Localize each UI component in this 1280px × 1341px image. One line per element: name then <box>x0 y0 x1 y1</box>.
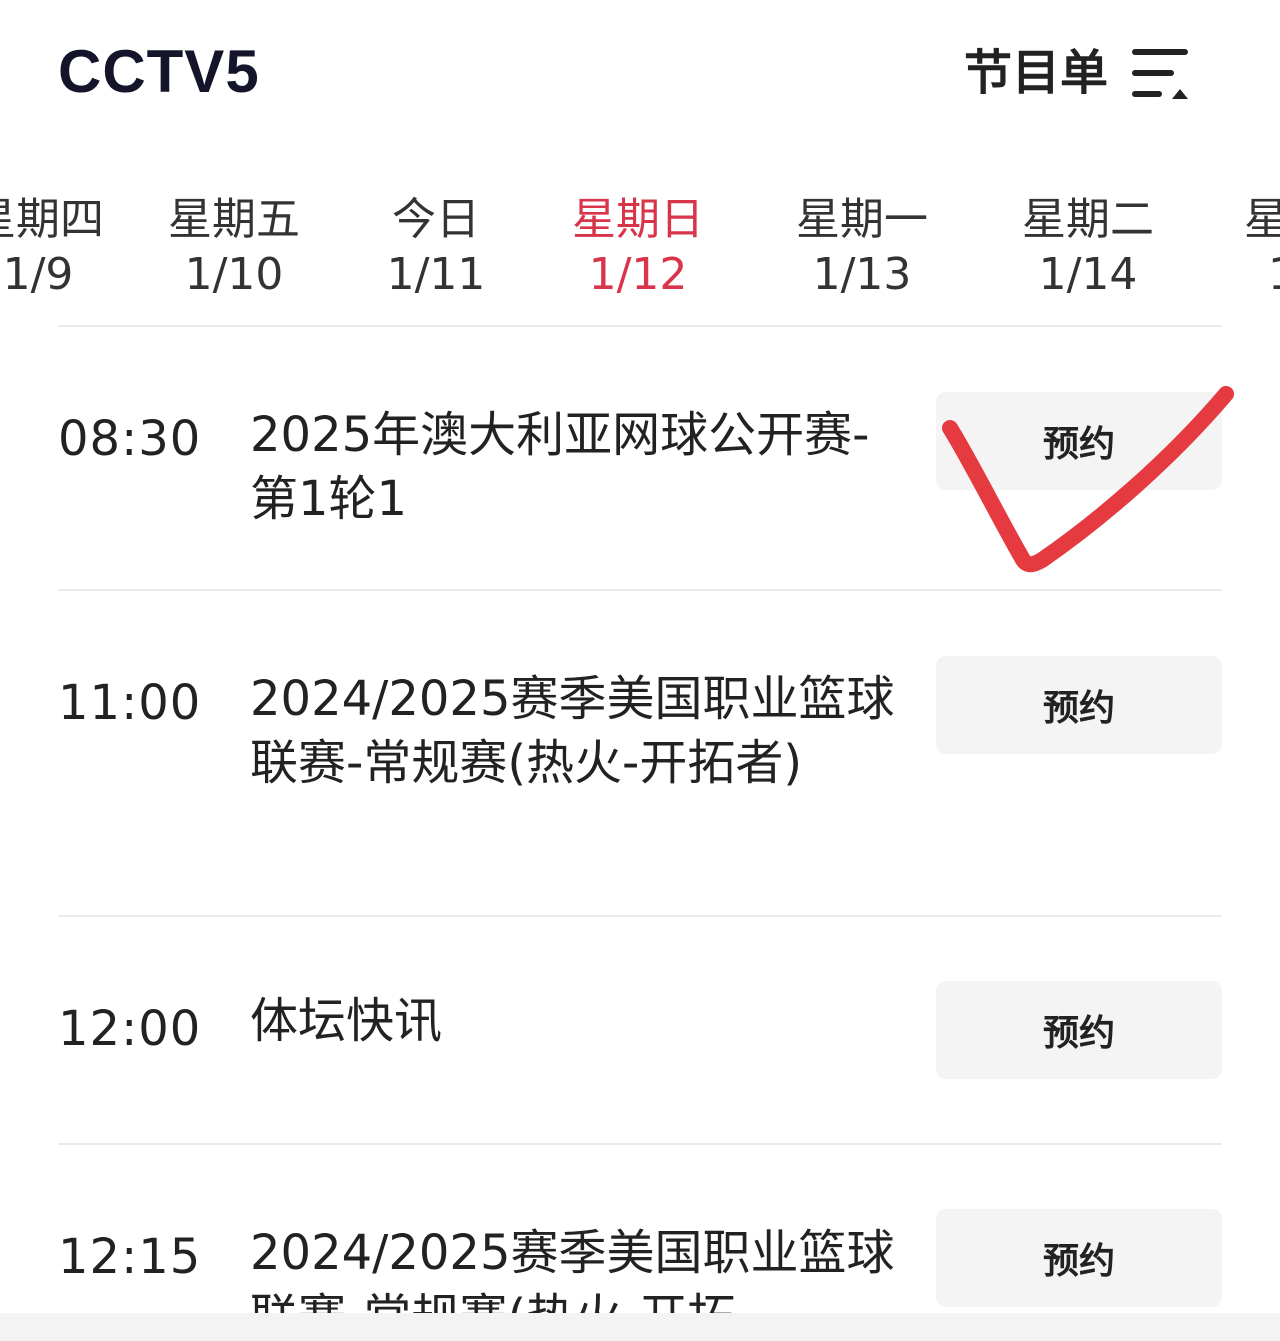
day-name: 星期日 <box>572 194 704 245</box>
day-tab-wednesday[interactable]: 星期三 1/15 <box>1212 190 1280 300</box>
day-name: 星期四 <box>0 194 104 245</box>
day-date: 1/9 <box>2 249 74 300</box>
program-time: 11:00 <box>58 675 202 731</box>
day-tab-friday[interactable]: 星期五 1/10 <box>134 190 334 300</box>
day-date: 1/13 <box>812 249 912 300</box>
program-row: 12:15 2024/2025赛季美国职业篮球联赛-常规赛(热火-开拓 预约 <box>58 1143 1222 1325</box>
day-name: 星期一 <box>796 194 928 245</box>
channel-title: CCTV5 <box>58 38 260 105</box>
day-date: 1/12 <box>588 249 688 300</box>
day-tab-thursday[interactable]: 星期四 1/9 <box>0 190 138 300</box>
day-name: 星期五 <box>168 194 300 245</box>
app-header: CCTV5 节目单 <box>0 0 1280 150</box>
day-date: 1/10 <box>184 249 284 300</box>
reserve-button[interactable]: 预约 <box>936 1209 1222 1307</box>
program-list: 08:30 2025年澳大利亚网球公开赛-第1轮1 预约 11:00 2024/… <box>58 325 1222 1325</box>
program-title: 2024/2025赛季美国职业篮球联赛-常规赛(热火-开拓者) <box>250 671 895 791</box>
day-name: 星期二 <box>1022 194 1154 245</box>
reserve-button[interactable]: 预约 <box>936 981 1222 1079</box>
day-selector: 星期四 1/9 星期五 1/10 今日 1/11 星期日 1/12 星期一 1/… <box>0 190 1280 310</box>
reserve-button[interactable]: 预约 <box>936 656 1222 754</box>
program-time: 08:30 <box>58 411 202 467</box>
bottom-fade <box>0 1313 1280 1341</box>
day-date: 1/11 <box>386 249 486 300</box>
day-date: 1/14 <box>1038 249 1138 300</box>
program-row: 08:30 2025年澳大利亚网球公开赛-第1轮1 预约 <box>58 325 1222 591</box>
program-title: 2025年澳大利亚网球公开赛-第1轮1 <box>250 407 870 527</box>
program-row: 11:00 2024/2025赛季美国职业篮球联赛-常规赛(热火-开拓者) 预约 <box>58 589 1222 917</box>
program-time: 12:15 <box>58 1229 202 1285</box>
day-name: 今日 <box>392 194 480 245</box>
program-time: 12:00 <box>58 1001 202 1057</box>
reserve-button[interactable]: 预约 <box>936 392 1222 490</box>
program-title: 体坛快讯 <box>250 993 443 1049</box>
menu-lines-icon <box>1132 49 1189 99</box>
program-row: 12:00 体坛快讯 预约 <box>58 915 1222 1145</box>
day-tab-tuesday[interactable]: 星期二 1/14 <box>988 190 1188 300</box>
day-tab-monday[interactable]: 星期一 1/13 <box>762 190 962 300</box>
day-name: 星期三 <box>1244 194 1280 245</box>
schedule-label: 节目单 <box>964 45 1109 101</box>
day-tab-sunday[interactable]: 星期日 1/12 <box>538 190 738 300</box>
program-title: 2024/2025赛季美国职业篮球联赛-常规赛(热火-开拓 <box>250 1225 895 1325</box>
schedule-button[interactable]: 节目单 <box>964 38 1190 108</box>
day-date: 1/15 <box>1212 250 1280 300</box>
day-tab-today[interactable]: 今日 1/11 <box>336 190 536 300</box>
